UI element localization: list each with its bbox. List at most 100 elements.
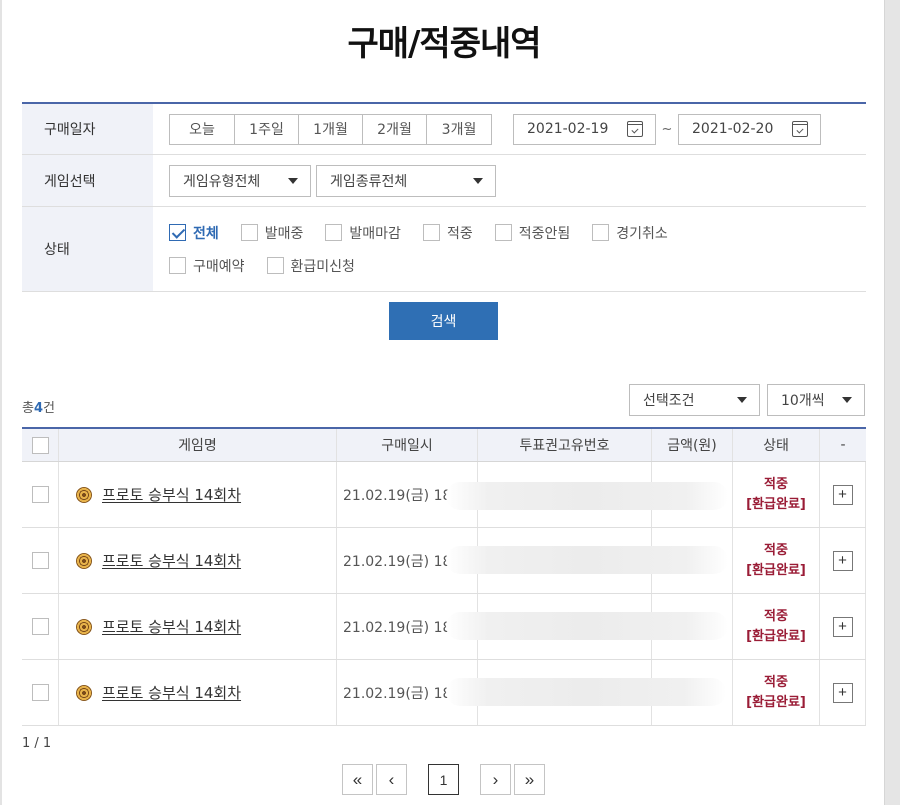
- last-page-button[interactable]: »: [514, 764, 545, 795]
- status-closed-checkbox[interactable]: 발매마감: [325, 223, 401, 243]
- search-button[interactable]: 검색: [389, 302, 498, 340]
- checkbox-icon[interactable]: [240, 224, 258, 241]
- target-icon: [76, 618, 92, 635]
- header-datetime: 구매일시: [337, 429, 478, 461]
- status-selling-checkbox[interactable]: 발매중: [240, 223, 303, 243]
- table-row: 프로토 승부식 14회차 21.02.19(금) 18: 적중 [환급완료] +: [22, 660, 866, 726]
- purchase-table: 게임명 구매일시 투표권고유번호 금액(원) 상태 - 프로토 승부식 14회차…: [22, 427, 866, 726]
- first-page-button[interactable]: «: [342, 764, 373, 795]
- purchase-datetime: 21.02.19(금) 18:: [343, 619, 457, 636]
- status-refunded: [환급완료]: [746, 496, 806, 512]
- table-row: 프로토 승부식 14회차 21.02.19(금) 18: 적중 [환급완료] +: [22, 528, 866, 594]
- end-date-field[interactable]: 2021-02-20: [678, 113, 821, 145]
- date-filter-row: 구매일자 오늘 1주일 1개월 2개월 3개월 2021-02-19 ~ 202…: [22, 104, 866, 155]
- purchase-datetime: 21.02.19(금) 18:: [343, 685, 457, 702]
- status-miss-checkbox[interactable]: 적중안됨: [494, 223, 570, 243]
- status-reserved-checkbox[interactable]: 구매예약: [169, 256, 245, 276]
- game-kind-value: 게임종류전체: [330, 173, 408, 190]
- end-date-value: 2021-02-20: [692, 121, 774, 137]
- expand-button[interactable]: +: [832, 616, 853, 637]
- next-page-button[interactable]: ›: [480, 764, 511, 795]
- pagination: « ‹ 1 › »: [342, 764, 548, 795]
- calendar-icon[interactable]: [792, 121, 808, 137]
- row-checkbox[interactable]: [31, 684, 49, 701]
- status-refunded: [환급완료]: [746, 628, 806, 644]
- page-size-value: 10개씩: [781, 393, 825, 409]
- period-today-button[interactable]: 오늘: [169, 113, 235, 145]
- game-type-select[interactable]: 게임유형전체: [169, 164, 311, 197]
- page-title: 구매/적중내역: [347, 24, 541, 64]
- select-all-checkbox[interactable]: [31, 436, 49, 454]
- row-checkbox[interactable]: [31, 552, 49, 569]
- game-link[interactable]: 프로토 승부식 14회차: [102, 682, 241, 703]
- redacted-area: [446, 612, 728, 640]
- redacted-area: [446, 482, 728, 510]
- header-status: 상태: [733, 429, 820, 461]
- header-expand: -: [840, 437, 846, 453]
- game-label: 게임선택: [22, 155, 153, 206]
- condition-value: 선택조건: [643, 393, 695, 409]
- calendar-icon[interactable]: [627, 121, 643, 137]
- status-hit: 적중: [764, 542, 788, 558]
- header-ticket-id: 투표권고유번호: [478, 429, 652, 461]
- condition-select[interactable]: 선택조건: [629, 384, 760, 416]
- page-1-button[interactable]: 1: [428, 764, 459, 795]
- checkbox-icon[interactable]: [592, 224, 610, 241]
- total-count: 총4건: [22, 401, 55, 416]
- expand-button[interactable]: +: [832, 484, 853, 505]
- checkbox-icon[interactable]: [266, 257, 284, 274]
- checkbox-icon[interactable]: [494, 224, 512, 241]
- target-icon: [76, 684, 92, 701]
- status-unclaimed-checkbox[interactable]: 환급미신청: [266, 256, 355, 276]
- checkbox-icon[interactable]: [325, 224, 343, 241]
- period-1week-button[interactable]: 1주일: [234, 113, 299, 145]
- left-border: [0, 0, 2, 805]
- prev-page-button[interactable]: ‹: [376, 764, 407, 795]
- redacted-area: [446, 678, 726, 706]
- scrollbar[interactable]: [884, 0, 900, 805]
- purchase-datetime: 21.02.19(금) 18: [343, 487, 452, 504]
- caret-down-icon: [288, 177, 298, 184]
- checkbox-checked-icon[interactable]: [169, 224, 186, 241]
- game-link[interactable]: 프로토 승부식 14회차: [102, 484, 241, 505]
- expand-button[interactable]: +: [832, 550, 853, 571]
- purchase-datetime: 21.02.19(금) 18:: [343, 553, 457, 570]
- game-filter-row: 게임선택 게임유형전체 게임종류전체: [22, 155, 866, 207]
- table-row: 프로토 승부식 14회차 21.02.19(금) 18 적중 [환급완료] +: [22, 462, 866, 528]
- date-label: 구매일자: [22, 104, 153, 154]
- period-2month-button[interactable]: 2개월: [362, 113, 427, 145]
- status-filter-row: 상태 전체 발매중 발매마감 적중 적중안됨 경기취소 구매예약 환급미신청: [22, 207, 866, 292]
- checkbox-icon[interactable]: [169, 257, 186, 274]
- game-type-value: 게임유형전체: [183, 173, 261, 190]
- target-icon: [76, 552, 92, 569]
- header-game: 게임명: [59, 429, 337, 461]
- status-all-checkbox[interactable]: 전체: [169, 223, 219, 243]
- row-checkbox[interactable]: [31, 618, 49, 635]
- status-cancelled-checkbox[interactable]: 경기취소: [592, 223, 668, 243]
- period-1month-button[interactable]: 1개월: [298, 113, 363, 145]
- status-hit-checkbox[interactable]: 적중: [422, 223, 473, 243]
- expand-button[interactable]: +: [832, 682, 853, 703]
- header-amount: 금액(원): [652, 429, 733, 461]
- game-link[interactable]: 프로토 승부식 14회차: [102, 550, 241, 571]
- page-info: 1 / 1: [22, 736, 52, 751]
- redacted-area: [446, 546, 728, 574]
- search-filter: 구매일자 오늘 1주일 1개월 2개월 3개월 2021-02-19 ~ 202…: [22, 102, 866, 292]
- table-header: 게임명 구매일시 투표권고유번호 금액(원) 상태 -: [22, 429, 866, 462]
- game-link[interactable]: 프로토 승부식 14회차: [102, 616, 241, 637]
- game-kind-select[interactable]: 게임종류전체: [316, 164, 496, 197]
- caret-down-icon: [473, 177, 483, 184]
- period-3month-button[interactable]: 3개월: [426, 113, 492, 145]
- date-separator: ~: [661, 121, 673, 137]
- start-date-field[interactable]: 2021-02-19: [513, 113, 656, 145]
- page-size-select[interactable]: 10개씩: [767, 384, 865, 416]
- table-row: 프로토 승부식 14회차 21.02.19(금) 18: 적중 [환급완료] +: [22, 594, 866, 660]
- row-checkbox[interactable]: [31, 486, 49, 503]
- status-hit: 적중: [764, 674, 788, 690]
- caret-down-icon: [842, 397, 852, 403]
- status-label: 상태: [22, 207, 153, 291]
- total-count-number: 4: [33, 401, 44, 416]
- period-buttons: 오늘 1주일 1개월 2개월 3개월: [169, 113, 492, 145]
- checkbox-icon[interactable]: [422, 224, 440, 241]
- start-date-value: 2021-02-19: [527, 121, 609, 137]
